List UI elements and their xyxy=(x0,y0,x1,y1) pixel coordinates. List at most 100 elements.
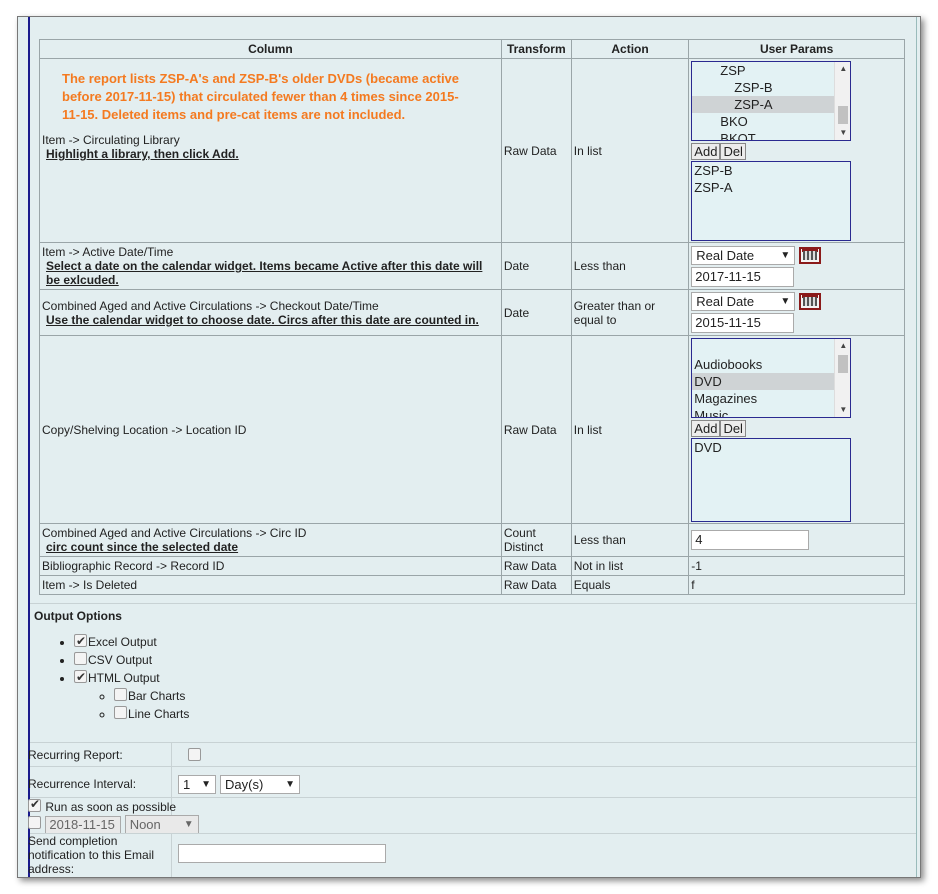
list-item[interactable]: ZSP xyxy=(692,62,850,79)
add-button[interactable]: Add xyxy=(691,143,721,160)
scroll-down-icon[interactable]: ▼ xyxy=(835,126,850,140)
table-row: The report lists ZSP-A's and ZSP-B's old… xyxy=(39,58,905,243)
action-cell: Less than xyxy=(570,523,690,557)
header-column: Column xyxy=(39,39,502,59)
interval-count-value: 1 xyxy=(183,777,191,792)
chevron-down-icon: ▼ xyxy=(201,779,211,790)
library-tree-list[interactable]: ZSP ZSP-B ZSP-A BKO BKOT ▲ ▼ xyxy=(691,61,852,141)
column-cell: Item -> Is Deleted xyxy=(39,575,502,595)
output-options-title: Output Options xyxy=(34,609,122,623)
chevron-down-icon: ▼ xyxy=(780,249,791,261)
recurring-checkbox[interactable] xyxy=(188,748,201,761)
action-cell: In list xyxy=(570,58,690,243)
column-cell: The report lists ZSP-A's and ZSP-B's old… xyxy=(39,58,502,243)
list-item[interactable]: Music xyxy=(692,407,850,417)
interval-unit-value: Day(s) xyxy=(225,777,264,792)
line-charts-checkbox[interactable] xyxy=(114,706,127,719)
column-name: Combined Aged and Active Circulations ->… xyxy=(42,526,307,540)
transform-cell: Count Distinct xyxy=(500,523,572,557)
column-hint: Select a date on the calendar widget. It… xyxy=(46,259,483,287)
run-time-select[interactable]: Noon ▼ xyxy=(124,815,199,834)
divider xyxy=(30,797,916,798)
scroll-down-icon[interactable]: ▼ xyxy=(835,403,850,417)
column-hint: Use the calendar widget to choose date. … xyxy=(46,312,479,327)
transform-cell: Raw Data xyxy=(500,58,572,243)
divider xyxy=(30,766,916,767)
chart-options-list: Bar Charts Line Charts xyxy=(74,687,189,723)
del-button[interactable]: Del xyxy=(720,143,746,160)
date-type-select[interactable]: Real Date ▼ xyxy=(691,292,796,311)
interval-count-select[interactable]: 1 ▼ xyxy=(178,775,216,794)
list-item[interactable]: BKO xyxy=(692,113,850,130)
transform-cell: Date xyxy=(500,242,572,290)
transform-cell: Raw Data xyxy=(500,575,572,595)
list-item: Line Charts xyxy=(114,705,189,723)
selected-locations-list[interactable]: DVD xyxy=(691,438,852,522)
scroll-up-icon[interactable]: ▲ xyxy=(835,339,850,353)
column-cell: Bibliographic Record -> Record ID xyxy=(39,556,502,576)
calendar-icon[interactable] xyxy=(799,246,822,264)
date-input[interactable]: 2015-11-15 xyxy=(691,313,795,333)
column-cell: Combined Aged and Active Circulations ->… xyxy=(39,289,502,336)
add-button[interactable]: Add xyxy=(691,420,721,437)
list-scrollbar[interactable]: ▲ ▼ xyxy=(834,339,851,417)
chevron-down-icon: ▼ xyxy=(780,296,791,307)
header-user-params: User Params xyxy=(688,39,905,59)
list-item-selected[interactable]: DVD xyxy=(692,373,851,390)
list-item[interactable] xyxy=(692,339,850,356)
scroll-up-icon[interactable]: ▲ xyxy=(835,62,850,76)
email-label: Send completion notification to this Ema… xyxy=(28,834,155,876)
scroll-thumb[interactable] xyxy=(838,355,849,373)
list-item[interactable]: Audiobooks xyxy=(692,356,850,373)
bar-charts-checkbox[interactable] xyxy=(114,688,127,701)
location-list[interactable]: Audiobooks DVD Magazines Music ▲ ▼ xyxy=(691,338,852,418)
column-name: Item -> Circulating Library xyxy=(42,133,180,147)
list-item-selected[interactable]: ZSP-A xyxy=(692,96,851,113)
report-note: The report lists ZSP-A's and ZSP-B's old… xyxy=(62,71,460,122)
calendar-icon[interactable] xyxy=(799,293,822,310)
params-cell: ZSP ZSP-B ZSP-A BKO BKOT ▲ ▼ Add Del ZSP-… xyxy=(688,58,905,243)
run-asap-checkbox[interactable] xyxy=(28,797,41,812)
action-cell: Less than xyxy=(570,242,690,290)
run-date-input[interactable]: 2018-11-15 xyxy=(45,815,122,834)
list-item: HTML Output Bar Charts Line Charts xyxy=(74,668,189,723)
params-cell: Audiobooks DVD Magazines Music ▲ ▼ Add De… xyxy=(688,335,905,524)
report-params-table: Column Transform Action User Params The … xyxy=(39,39,905,595)
params-cell: f xyxy=(688,575,905,595)
interval-label: Recurrence Interval: xyxy=(28,777,137,791)
list-item[interactable]: ZSP-A xyxy=(692,179,850,196)
column-hint: Highlight a library, then click Add. xyxy=(46,147,239,161)
output-format-list: Excel Output CSV Output HTML Output Bar … xyxy=(34,632,189,723)
list-item[interactable]: Magazines xyxy=(692,390,850,407)
header-transform: Transform xyxy=(500,39,572,59)
list-item[interactable]: BKOT xyxy=(692,130,850,140)
action-cell: Equals xyxy=(570,575,690,595)
date-type-value: Real Date xyxy=(696,294,755,309)
scroll-thumb[interactable] xyxy=(838,106,849,124)
del-button[interactable]: Del xyxy=(720,420,746,437)
circ-count-input[interactable]: 4 xyxy=(691,530,810,550)
table-row: Item -> Is Deleted Raw Data Equals f xyxy=(39,575,905,595)
column-cell: Combined Aged and Active Circulations ->… xyxy=(39,523,502,557)
report-editor-frame: Column Transform Action User Params The … xyxy=(17,16,921,878)
excel-output-checkbox[interactable] xyxy=(74,632,87,650)
csv-output-checkbox[interactable] xyxy=(74,652,87,665)
list-item[interactable]: ZSP-B xyxy=(692,162,850,179)
list-item[interactable]: DVD xyxy=(692,439,850,456)
interval-unit-select[interactable]: Day(s) ▼ xyxy=(220,775,300,794)
chevron-down-icon: ▼ xyxy=(183,819,194,830)
params-cell: -1 xyxy=(688,556,905,576)
date-type-select[interactable]: Real Date ▼ xyxy=(691,245,796,265)
html-output-checkbox[interactable] xyxy=(74,668,87,686)
run-date-checkbox[interactable] xyxy=(28,815,41,829)
selected-libraries-list[interactable]: ZSP-B ZSP-A xyxy=(691,161,852,241)
email-input[interactable] xyxy=(178,844,386,863)
column-cell: Copy/Shelving Location -> Location ID xyxy=(39,335,502,524)
params-cell: Real Date ▼ 2015-11-15 xyxy=(688,289,905,336)
list-item[interactable]: ZSP-B xyxy=(692,79,850,96)
action-cell: Not in list xyxy=(570,556,690,576)
date-input[interactable]: 2017-11-15 xyxy=(691,266,795,287)
list-item: CSV Output xyxy=(74,651,189,669)
header-action: Action xyxy=(570,39,690,59)
list-scrollbar[interactable]: ▲ ▼ xyxy=(834,62,851,140)
